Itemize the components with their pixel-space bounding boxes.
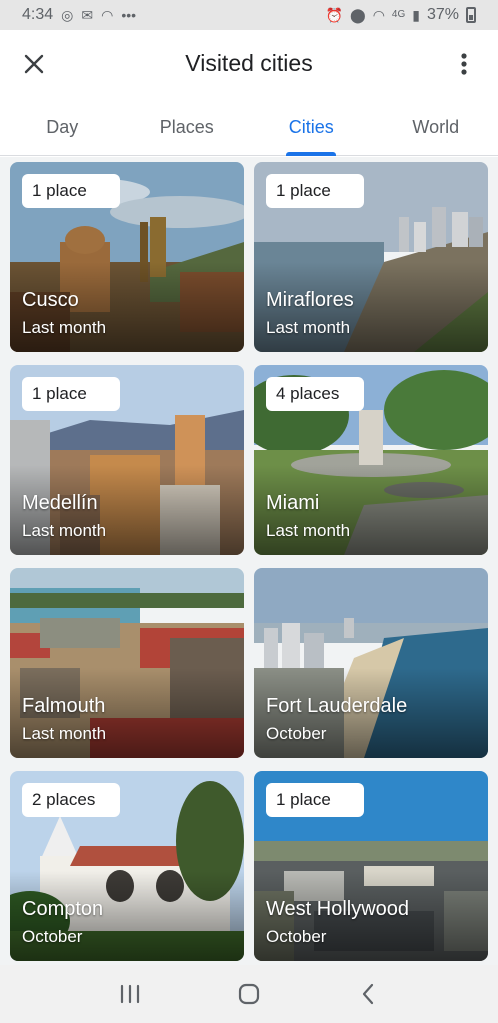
visit-time: October: [22, 927, 83, 946]
city-name: Miraflores: [266, 289, 354, 311]
alarm-icon: ⏰: [325, 7, 344, 23]
whatsapp-icon: ◎: [61, 7, 74, 23]
wifi-calling-icon: ◠: [372, 7, 385, 23]
back-icon: [363, 983, 374, 1005]
visit-time: Last month: [266, 521, 351, 540]
city-name: Compton: [22, 898, 104, 920]
city-card-west-hollywood[interactable]: 1 place West Hollywood October: [254, 771, 488, 961]
city-name: Cusco: [22, 289, 79, 311]
city-card-falmouth[interactable]: Falmouth Last month: [10, 568, 244, 758]
tab-day[interactable]: Day: [0, 98, 125, 155]
battery-percent: 37%: [426, 6, 459, 23]
app-bar: Visited cities: [0, 30, 498, 98]
cities-grid: 1 place Cusco Last month 1 place Miraflo…: [0, 157, 498, 965]
tab-places[interactable]: Places: [125, 98, 250, 155]
places-count-badge: 1 place: [22, 174, 120, 208]
visit-time: October: [266, 927, 327, 946]
status-bar: 4:34 ◎ ✉ ◠ ••• ⏰ ⬤ ◠ 4G ▮ 37%: [0, 0, 498, 30]
system-nav-bar: [0, 965, 498, 1023]
places-count-badge: 1 place: [266, 174, 364, 208]
visit-time: Last month: [266, 318, 351, 337]
recents-button[interactable]: [110, 974, 150, 1014]
city-card-miraflores[interactable]: 1 place Miraflores Last month: [254, 162, 488, 352]
places-count-badge: 1 place: [266, 783, 364, 817]
more-vert-icon: [461, 53, 467, 75]
home-icon: [238, 983, 260, 1005]
tab-world[interactable]: World: [374, 98, 498, 155]
battery-icon: [466, 7, 476, 23]
location-icon: ⬤: [350, 7, 366, 23]
places-count-badge: 2 places: [22, 783, 120, 817]
city-card-cusco[interactable]: 1 place Cusco Last month: [10, 162, 244, 352]
tab-bar: Day Places Cities World: [0, 98, 498, 156]
more-notifications-icon: •••: [121, 7, 137, 23]
visit-time: Last month: [22, 521, 107, 540]
city-name: Fort Lauderdale: [266, 695, 408, 717]
wifi-icon: ◠: [101, 7, 114, 23]
visit-time: Last month: [22, 318, 107, 337]
signal-icon: 4G: [391, 9, 406, 20]
city-card-compton[interactable]: 2 places Compton October: [10, 771, 244, 961]
status-time: 4:34: [22, 6, 54, 23]
recents-icon: [120, 984, 139, 1004]
city-name: Medellín: [22, 492, 98, 514]
mail-icon: ✉: [81, 7, 94, 23]
more-options-button[interactable]: [444, 44, 484, 84]
home-button[interactable]: [229, 974, 269, 1014]
places-count-badge: 4 places: [266, 377, 364, 411]
city-name: West Hollywood: [266, 898, 410, 920]
city-card-medellin[interactable]: 1 place Medellín Last month: [10, 365, 244, 555]
page-title: Visited cities: [185, 50, 313, 76]
city-name: Miami: [266, 492, 320, 514]
city-name: Falmouth: [22, 695, 106, 717]
visit-time: Last month: [22, 724, 107, 743]
city-card-miami[interactable]: 4 places Miami Last month: [254, 365, 488, 555]
visit-time: October: [266, 724, 327, 743]
back-button[interactable]: [348, 974, 388, 1014]
tab-cities[interactable]: Cities: [249, 98, 374, 155]
city-card-fort-lauderdale[interactable]: Fort Lauderdale October: [254, 568, 488, 758]
places-count-badge: 1 place: [22, 377, 120, 411]
signal-bars-icon: ▮: [412, 7, 420, 23]
